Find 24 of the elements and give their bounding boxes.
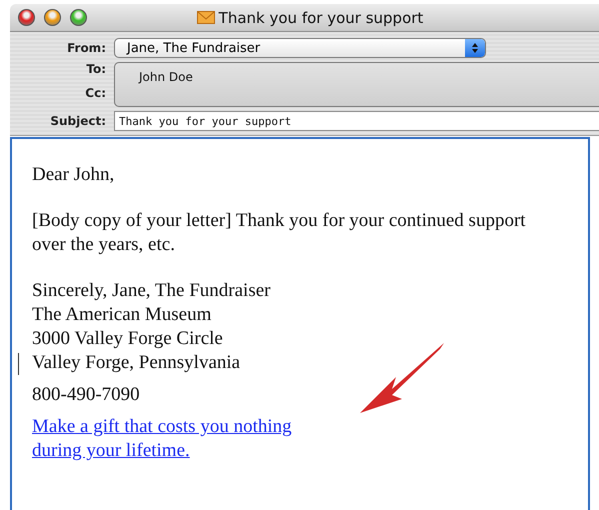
text-cursor xyxy=(18,353,19,375)
zoom-button[interactable] xyxy=(70,9,87,26)
close-button[interactable] xyxy=(18,9,35,26)
gift-link[interactable]: Make a gift that costs you nothing during your lifetime. xyxy=(32,415,292,463)
signature-line: Sincerely, Jane, The Fundraiser xyxy=(32,279,272,303)
signature-line: The American Museum xyxy=(32,303,212,327)
window-title: Thank you for your support xyxy=(218,8,424,26)
from-dropdown[interactable]: Jane, The Fundraiser xyxy=(114,38,486,58)
body-paragraph: [Body copy of your letter] Thank you for your continued support over the years, etc. xyxy=(32,209,527,257)
field-label: To: xyxy=(85,62,107,76)
message-body[interactable] xyxy=(10,137,590,510)
signature-line: Valley Forge, Pennsylvania xyxy=(32,351,242,375)
stepper-arrows-icon xyxy=(471,42,479,54)
field-label: From: xyxy=(66,41,107,55)
signature-line: 3000 Valley Forge Circle xyxy=(32,327,224,351)
recipient-token[interactable]: John Doe xyxy=(139,70,193,84)
phone-number: 800-490-7090 xyxy=(32,383,141,407)
subject-field[interactable]: Thank you for your support xyxy=(114,111,599,131)
minimize-button[interactable] xyxy=(44,9,61,26)
greeting-text: Dear John, xyxy=(32,163,116,187)
field-label: Cc: xyxy=(84,86,107,100)
address-field[interactable]: John Doe xyxy=(114,62,599,107)
envelope-icon xyxy=(196,11,215,24)
field-label: Subject: xyxy=(49,114,107,128)
